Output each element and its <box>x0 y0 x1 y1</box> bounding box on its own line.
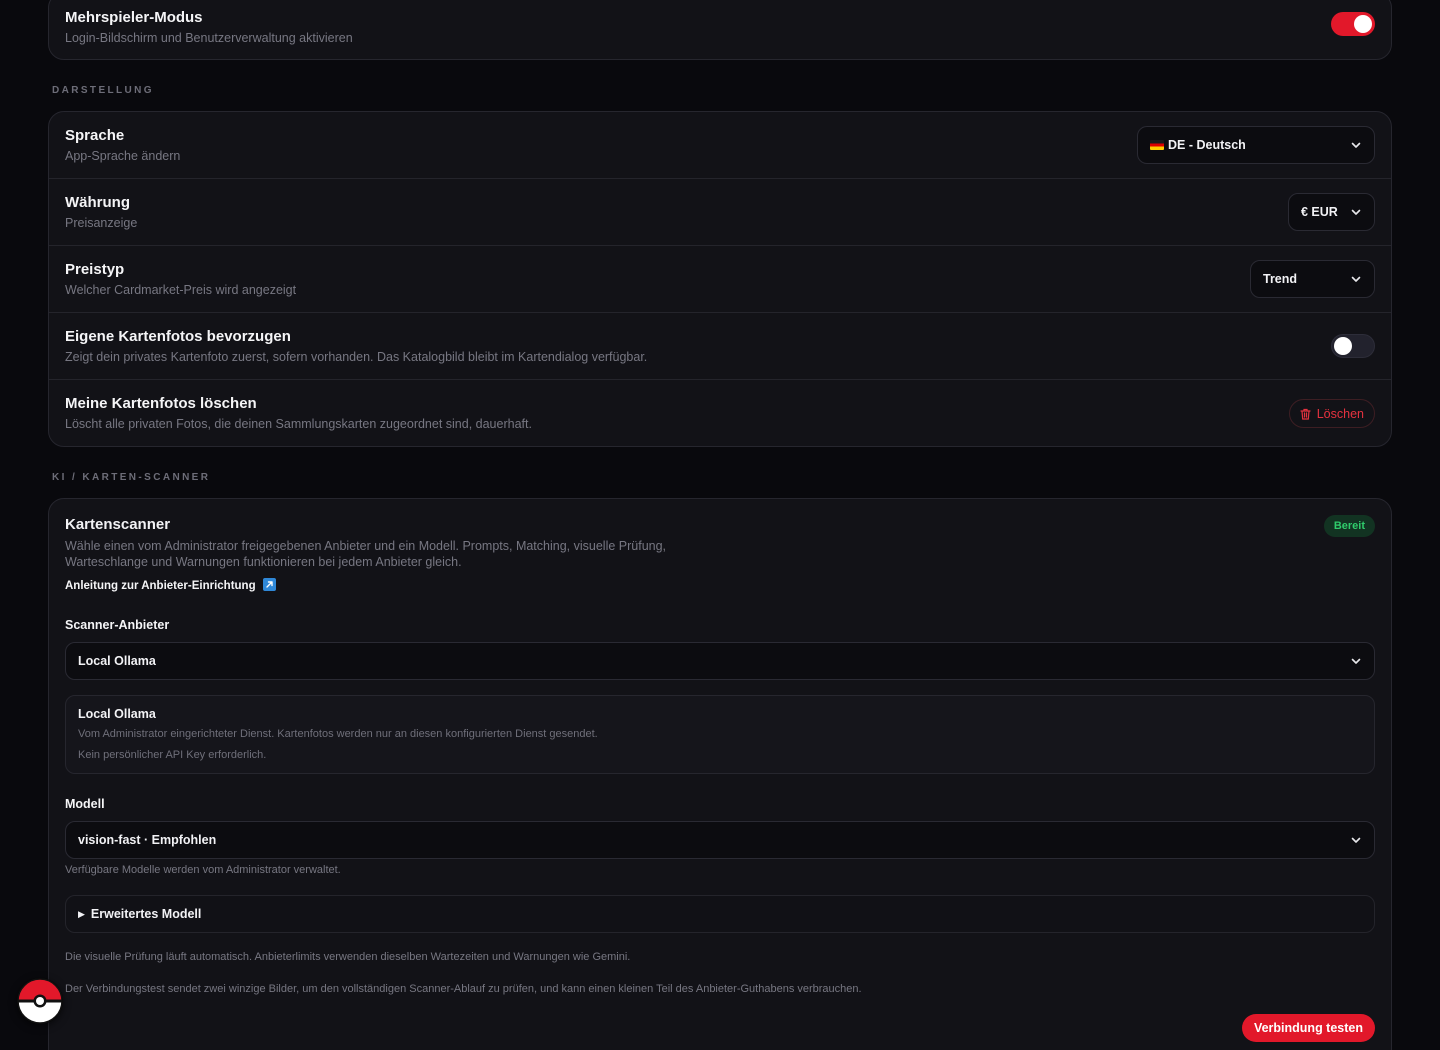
provider-select-value: Local Ollama <box>78 654 156 668</box>
own-photos-row: Eigene Kartenfotos bevorzugen Zeigt dein… <box>49 313 1391 380</box>
status-badge: Bereit <box>1323 515 1375 537</box>
currency-title: Währung <box>65 194 130 211</box>
pokeball-icon <box>17 978 63 1024</box>
multiplayer-description: Login-Bildschirm und Benutzerverwaltung … <box>65 31 353 45</box>
own-photos-description: Zeigt dein privates Kartenfoto zuerst, s… <box>65 350 648 364</box>
delete-photos-button[interactable]: Löschen <box>1288 399 1375 428</box>
provider-guide-link-label: Anleitung zur Anbieter-Einrichtung <box>65 580 256 592</box>
model-hint: Verfügbare Modelle werden vom Administra… <box>65 864 341 876</box>
language-select-value: DE - Deutsch <box>1168 138 1246 152</box>
price-type-description: Welcher Cardmarket-Preis wird angezeigt <box>65 283 297 297</box>
external-link-icon <box>262 578 276 591</box>
scanner-title: Kartenscanner <box>65 516 171 533</box>
model-label: Modell <box>65 797 105 811</box>
provider-guide-link[interactable]: Anleitung zur Anbieter-Einrichtung <box>65 578 276 592</box>
provider-info-line: Vom Administrator eingerichteter Dienst.… <box>78 728 598 740</box>
currency-row: Währung Preisanzeige € EUR <box>49 179 1391 246</box>
model-select-value: vision-fast · Empfohlen <box>78 833 217 847</box>
price-type-title: Preistyp <box>65 261 125 278</box>
chevron-down-icon <box>1351 276 1361 282</box>
delete-photos-title: Meine Kartenfotos löschen <box>65 395 257 412</box>
advanced-model-toggle[interactable]: ▶ Erweitertes Modell <box>65 895 1375 933</box>
delete-photos-button-label: Löschen <box>1316 406 1364 421</box>
own-photos-toggle[interactable] <box>1331 334 1375 358</box>
provider-info-title: Local Ollama <box>78 707 156 721</box>
price-type-select[interactable]: Trend <box>1250 260 1375 298</box>
visual-check-note: Die visuelle Prüfung läuft automatisch. … <box>65 951 631 963</box>
provider-info-line: Kein persönlicher API Key erforderlich. <box>78 749 267 761</box>
language-description: App-Sprache ändern <box>65 149 181 163</box>
multiplayer-card: Mehrspieler-Modus Login-Bildschirm und B… <box>48 0 1392 60</box>
language-row: Sprache App-Sprache ändern DE - Deutsch <box>49 112 1391 179</box>
section-label-scanner: KI / KARTEN-SCANNER <box>52 472 211 483</box>
provider-label: Scanner-Anbieter <box>65 618 170 632</box>
settings-page: Mehrspieler-Modus Login-Bildschirm und B… <box>0 0 1440 1050</box>
language-select[interactable]: DE - Deutsch <box>1137 126 1375 164</box>
multiplayer-row: Mehrspieler-Modus Login-Bildschirm und B… <box>49 0 1391 59</box>
multiplayer-title: Mehrspieler-Modus <box>65 9 203 26</box>
chevron-down-icon <box>1351 209 1361 215</box>
trash-icon <box>1300 408 1311 420</box>
chevron-down-icon <box>1351 142 1361 148</box>
currency-select-value: € EUR <box>1301 205 1338 219</box>
price-type-row: Preistyp Welcher Cardmarket-Preis wird a… <box>49 246 1391 313</box>
german-flag-icon <box>1150 140 1164 150</box>
toggle-knob <box>1354 15 1372 33</box>
multiplayer-toggle[interactable] <box>1331 12 1375 36</box>
advanced-model-label: Erweitertes Modell <box>90 907 202 921</box>
currency-description: Preisanzeige <box>65 216 138 230</box>
own-photos-title: Eigene Kartenfotos bevorzugen <box>65 328 291 345</box>
chevron-down-icon <box>1351 658 1361 664</box>
currency-select[interactable]: € EUR <box>1288 193 1375 231</box>
toggle-knob <box>1334 337 1352 355</box>
connection-test-note: Der Verbindungstest sendet zwei winzige … <box>65 983 862 995</box>
delete-photos-row: Meine Kartenfotos löschen Löscht alle pr… <box>49 380 1391 447</box>
section-label-display: DARSTELLUNG <box>52 85 154 96</box>
provider-select[interactable]: Local Ollama <box>65 642 1375 680</box>
test-connection-button[interactable]: Verbindung testen <box>1241 1014 1375 1042</box>
scanner-description: Wähle einen vom Administrator freigegebe… <box>65 539 667 569</box>
provider-info-box: Local Ollama Vom Administrator eingerich… <box>65 695 1375 774</box>
triangle-right-icon: ▶ <box>78 908 85 919</box>
language-title: Sprache <box>65 127 125 144</box>
chevron-down-icon <box>1351 837 1361 843</box>
scanner-card: Kartenscanner Bereit Wähle einen vom Adm… <box>48 498 1392 1050</box>
price-type-select-value: Trend <box>1263 272 1298 286</box>
model-select[interactable]: vision-fast · Empfohlen <box>65 821 1375 859</box>
display-card: Sprache App-Sprache ändern DE - Deutsch … <box>48 111 1392 447</box>
delete-photos-description: Löscht alle privaten Fotos, die deinen S… <box>65 417 532 431</box>
pokeball-button[interactable] <box>17 978 63 1024</box>
